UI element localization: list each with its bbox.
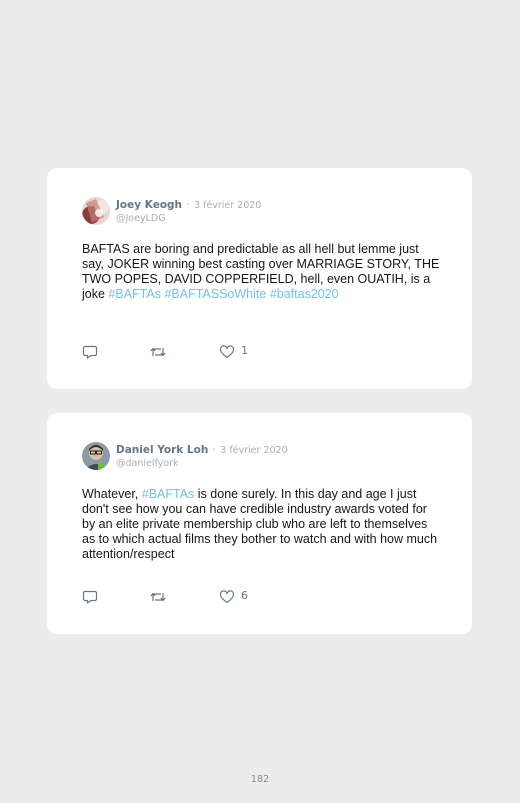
avatar-image: [82, 197, 110, 225]
tweet-card: Joey Keogh · 3 février 2020 @JoeyLDG BAF…: [47, 168, 472, 389]
avatar[interactable]: [82, 197, 110, 225]
tweet-header: Joey Keogh · 3 février 2020 @JoeyLDG: [116, 197, 261, 225]
hashtag-link[interactable]: #BAFTASSoWhite: [164, 287, 266, 301]
heart-icon[interactable]: [219, 589, 235, 605]
hashtag-link[interactable]: #BAFTAs: [108, 287, 161, 301]
retweet-icon[interactable]: [149, 589, 167, 605]
author-name[interactable]: Daniel York Loh: [116, 444, 208, 456]
hashtag-link[interactable]: #baftas2020: [270, 287, 339, 301]
tweet-text: BAFTAS are boring and predictable as all…: [82, 242, 442, 302]
tweet-text: Whatever, #BAFTAs is done surely. In thi…: [82, 487, 442, 562]
tweet-date[interactable]: 3 février 2020: [220, 445, 287, 456]
tweet-card: Daniel York Loh · 3 février 2020 @daniel…: [47, 413, 472, 634]
heart-icon[interactable]: [219, 344, 235, 360]
like-count: 1: [241, 344, 248, 357]
reply-icon[interactable]: [82, 344, 98, 360]
author-handle[interactable]: @JoeyLDG: [116, 212, 261, 225]
avatar[interactable]: [82, 442, 110, 470]
page-number: 182: [250, 774, 270, 785]
reply-icon[interactable]: [82, 589, 98, 605]
avatar-image: [82, 442, 110, 470]
author-name[interactable]: Joey Keogh: [116, 199, 182, 211]
tweet-header: Daniel York Loh · 3 février 2020 @daniel…: [116, 442, 288, 470]
separator-dot: ·: [186, 200, 190, 211]
separator-dot: ·: [212, 445, 216, 456]
tweet-date[interactable]: 3 février 2020: [194, 200, 261, 211]
text-segment: Whatever,: [82, 487, 142, 501]
retweet-icon[interactable]: [149, 344, 167, 360]
like-count: 6: [241, 589, 248, 602]
hashtag-link[interactable]: #BAFTAs: [142, 487, 195, 501]
author-handle[interactable]: @danielfyork: [116, 457, 288, 470]
